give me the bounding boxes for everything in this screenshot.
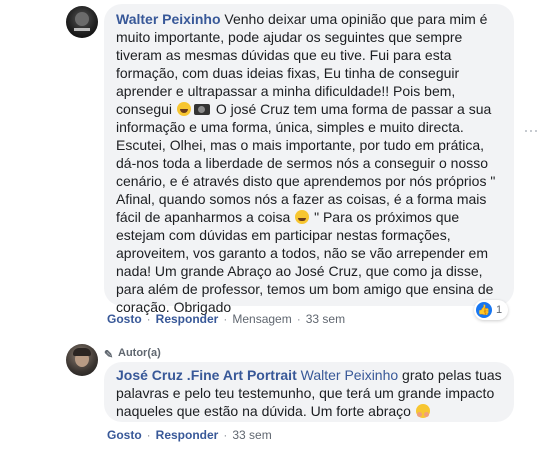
reply-actions: Gosto · Responder · 33 sem: [107, 428, 272, 442]
author-badge: ✎ Autor(a): [104, 347, 161, 361]
like-button[interactable]: Gosto: [107, 428, 142, 442]
like-button[interactable]: Gosto: [107, 312, 142, 326]
reaction-count: 1: [496, 304, 503, 316]
wink-emoji-icon: [295, 210, 310, 224]
separator: ·: [146, 312, 151, 326]
avatar-hair: [73, 348, 91, 356]
comment-actions: Gosto · Responder · Mensagem · 33 sem: [107, 312, 345, 326]
comment-author-link[interactable]: Walter Peixinho: [116, 11, 221, 27]
camera-icon: [193, 104, 210, 115]
reply-button[interactable]: Responder: [156, 312, 219, 326]
reply-bubble: José Cruz .Fine Art Portrait Walter Peix…: [104, 362, 514, 422]
separator: ·: [223, 428, 228, 442]
reply-button[interactable]: Responder: [156, 428, 219, 442]
timestamp[interactable]: 33 sem: [232, 428, 271, 442]
avatar-figure: [75, 12, 89, 26]
author-avatar[interactable]: [66, 344, 98, 376]
comment-bubble: Walter Peixinho Venho deixar uma opinião…: [104, 4, 514, 315]
avatar-label: [74, 28, 90, 31]
reaction-summary[interactable]: 👍 1: [474, 300, 509, 320]
more-options-icon[interactable]: ···: [523, 120, 539, 141]
hugging-emoji-icon: [415, 404, 430, 418]
separator: ·: [296, 312, 301, 326]
separator: ·: [146, 428, 151, 442]
pencil-icon: ✎: [104, 349, 114, 361]
comment-text: O josé Cruz tem uma forma de passar a su…: [116, 101, 496, 225]
author-badge-label: Autor(a): [118, 347, 161, 359]
separator: ·: [223, 312, 228, 326]
like-reaction-icon: 👍: [476, 302, 492, 318]
mention-link[interactable]: Walter Peixinho: [301, 367, 399, 383]
laughing-emoji-icon: [176, 102, 191, 116]
reply-author-link[interactable]: José Cruz .Fine Art Portrait: [116, 367, 297, 383]
timestamp[interactable]: 33 sem: [306, 312, 345, 326]
commenter-avatar[interactable]: [66, 6, 98, 38]
message-link[interactable]: Mensagem: [232, 312, 291, 326]
